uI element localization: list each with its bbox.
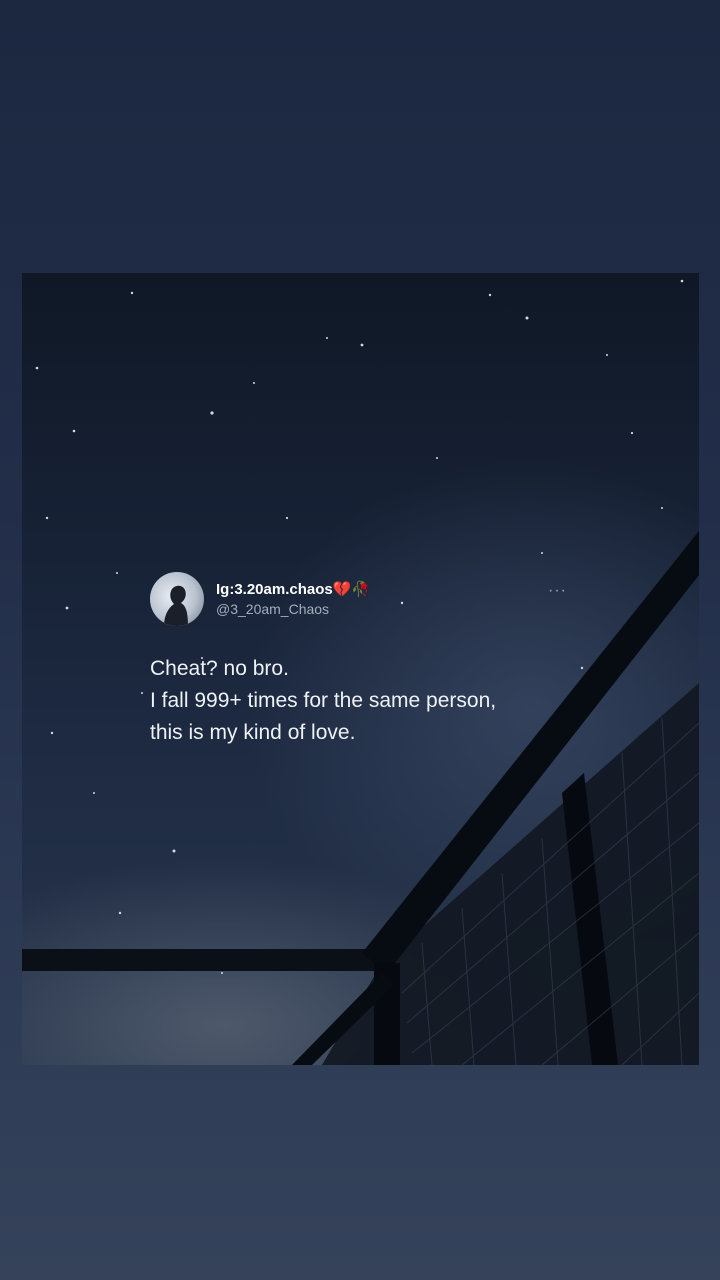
tweet-line: this is my kind of love. — [150, 721, 356, 744]
tweet-text: Cheat? no bro. I fall 999+ times for the… — [150, 653, 570, 749]
tweet-line: Cheat? no bro. — [150, 657, 289, 680]
display-name[interactable]: Ig:3.20am.chaos💔🥀 — [216, 580, 370, 600]
tweet-header: Ig:3.20am.chaos💔🥀 @3_20am_Chaos — [150, 572, 570, 626]
tweet-line: I fall 999+ times for the same person, — [150, 689, 497, 712]
more-options-icon[interactable]: ··· — [548, 582, 567, 600]
tweet-author: Ig:3.20am.chaos💔🥀 @3_20am_Chaos — [216, 580, 370, 618]
silhouette-icon — [164, 585, 188, 626]
user-handle[interactable]: @3_20am_Chaos — [216, 600, 370, 618]
avatar[interactable] — [150, 572, 204, 626]
tweet-card: Ig:3.20am.chaos💔🥀 @3_20am_Chaos ··· Chea… — [150, 572, 570, 749]
